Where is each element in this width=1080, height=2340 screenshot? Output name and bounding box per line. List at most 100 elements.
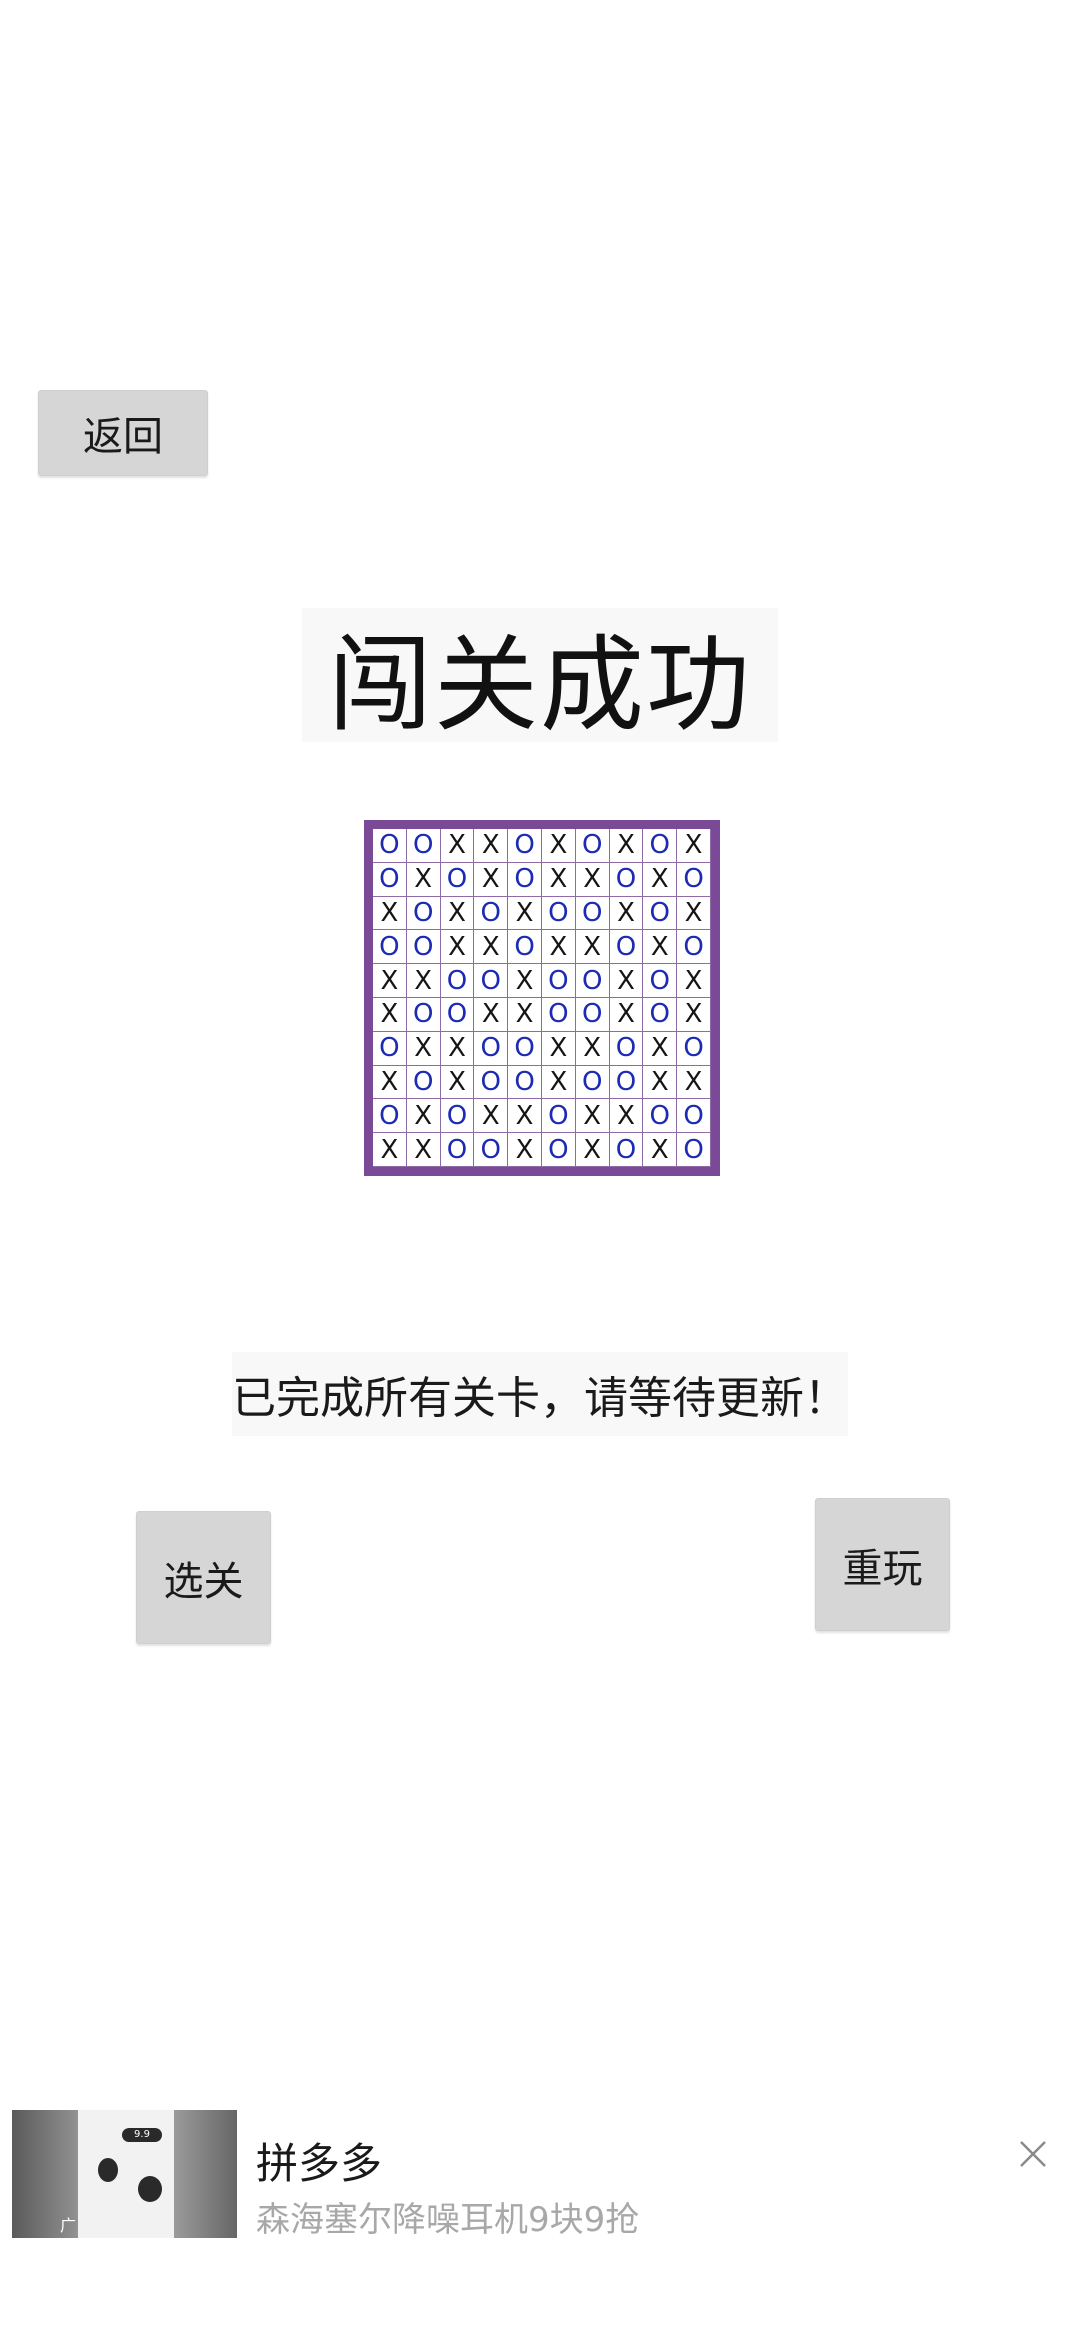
board-cell[interactable]: O [677,1031,711,1066]
board-cell[interactable]: O [575,964,610,998]
board-cell[interactable]: X [406,1031,441,1066]
board-cell[interactable]: X [373,1065,407,1100]
board-cell[interactable]: X [406,964,441,998]
board-cell[interactable]: O [609,1133,644,1167]
back-button[interactable]: 返回 [38,390,208,476]
board-cell[interactable]: X [508,964,542,998]
board-cell[interactable]: X [440,1065,475,1100]
board-cell[interactable]: O [373,862,407,897]
board-cell[interactable]: O [406,930,441,965]
board-cell[interactable]: X [474,829,509,863]
board-cell[interactable]: X [406,1099,441,1134]
board-cell[interactable]: O [508,1031,542,1066]
board-cell[interactable]: X [474,1099,509,1134]
board-cell[interactable]: O [406,997,441,1032]
board-cell[interactable]: X [677,997,711,1032]
board-cell[interactable]: X [541,862,576,897]
board-cell[interactable]: X [440,930,475,965]
board-cell[interactable]: X [677,964,711,998]
board-cell[interactable]: O [508,862,542,897]
board-cell[interactable]: O [440,1133,475,1167]
board-cell[interactable]: X [609,964,644,998]
board-cell[interactable]: X [541,1065,576,1100]
board-cell[interactable]: X [474,862,509,897]
board-cell[interactable]: X [575,1133,610,1167]
ad-banner[interactable]: 9.9 广 拼多多 森海塞尔降噪耳机9块9抢 [0,2110,1080,2290]
board-cell[interactable]: X [541,829,576,863]
board-cell[interactable]: X [643,930,678,965]
board-cell[interactable]: X [575,862,610,897]
board-cell[interactable]: O [508,829,542,863]
board-cell[interactable]: X [643,1133,678,1167]
board-cell[interactable]: O [643,964,678,998]
board-cell[interactable]: X [575,1099,610,1134]
board-cell[interactable]: O [406,829,441,863]
board-cell[interactable]: O [474,896,509,931]
board-cell[interactable]: X [643,1031,678,1066]
board-cell[interactable]: O [474,1031,509,1066]
board-cell[interactable]: X [474,997,509,1032]
board-cell[interactable]: O [541,964,576,998]
board-cell[interactable]: O [474,1133,509,1167]
board-cell[interactable]: X [440,1031,475,1066]
board-cell[interactable]: O [373,930,407,965]
board-cell[interactable]: X [508,1099,542,1134]
select-level-button[interactable]: 选关 [136,1511,271,1644]
board-cell[interactable]: X [643,862,678,897]
board-cell[interactable]: O [440,964,475,998]
board-cell[interactable]: X [474,930,509,965]
ad-description[interactable]: 森海塞尔降噪耳机9块9抢 [256,2192,639,2241]
board-cell[interactable]: O [575,829,610,863]
board-cell[interactable]: O [609,862,644,897]
board-cell[interactable]: X [609,896,644,931]
board-cell[interactable]: X [373,997,407,1032]
board-cell[interactable]: O [643,829,678,863]
board-cell[interactable]: O [373,1031,407,1066]
board-cell[interactable]: O [677,1099,711,1134]
board-cell[interactable]: X [373,896,407,931]
board-cell[interactable]: O [609,1065,644,1100]
board-cell[interactable]: O [643,1099,678,1134]
board-cell[interactable]: O [440,862,475,897]
board-cell[interactable]: O [575,1065,610,1100]
board-cell[interactable]: X [677,896,711,931]
board-cell[interactable]: O [508,1065,542,1100]
board-cell[interactable]: O [373,829,407,863]
board-cell[interactable]: X [575,930,610,965]
board-cell[interactable]: O [575,997,610,1032]
board-cell[interactable]: O [541,1133,576,1167]
close-icon[interactable] [1015,2136,1051,2172]
board-cell[interactable]: O [609,930,644,965]
board-cell[interactable]: X [575,1031,610,1066]
board-cell[interactable]: X [406,1133,441,1167]
board-cell[interactable]: O [474,964,509,998]
ad-title[interactable]: 拼多多 [256,2130,382,2191]
board-cell[interactable]: X [373,1133,407,1167]
board-cell[interactable]: O [541,896,576,931]
board-cell[interactable]: O [440,1099,475,1134]
board-cell[interactable]: O [541,997,576,1032]
board-cell[interactable]: X [609,1099,644,1134]
board-cell[interactable]: O [677,862,711,897]
board-cell[interactable]: X [643,1065,678,1100]
board-cell[interactable]: X [406,862,441,897]
board-cell[interactable]: O [406,896,441,931]
ad-thumbnail[interactable]: 9.9 广 [12,2110,237,2238]
board-cell[interactable]: X [508,997,542,1032]
board-cell[interactable]: O [440,997,475,1032]
board-cell[interactable]: X [508,1133,542,1167]
board-cell[interactable]: O [541,1099,576,1134]
board-cell[interactable]: O [508,930,542,965]
board-cell[interactable]: O [575,896,610,931]
board-cell[interactable]: X [440,896,475,931]
board-cell[interactable]: O [643,896,678,931]
board-cell[interactable]: X [609,997,644,1032]
board-cell[interactable]: O [677,1133,711,1167]
board-cell[interactable]: X [541,930,576,965]
board-cell[interactable]: X [508,896,542,931]
replay-button[interactable]: 重玩 [815,1498,950,1631]
board-cell[interactable]: X [440,829,475,863]
board-cell[interactable]: X [677,1065,711,1100]
board-cell[interactable]: O [373,1099,407,1134]
board-cell[interactable]: X [373,964,407,998]
